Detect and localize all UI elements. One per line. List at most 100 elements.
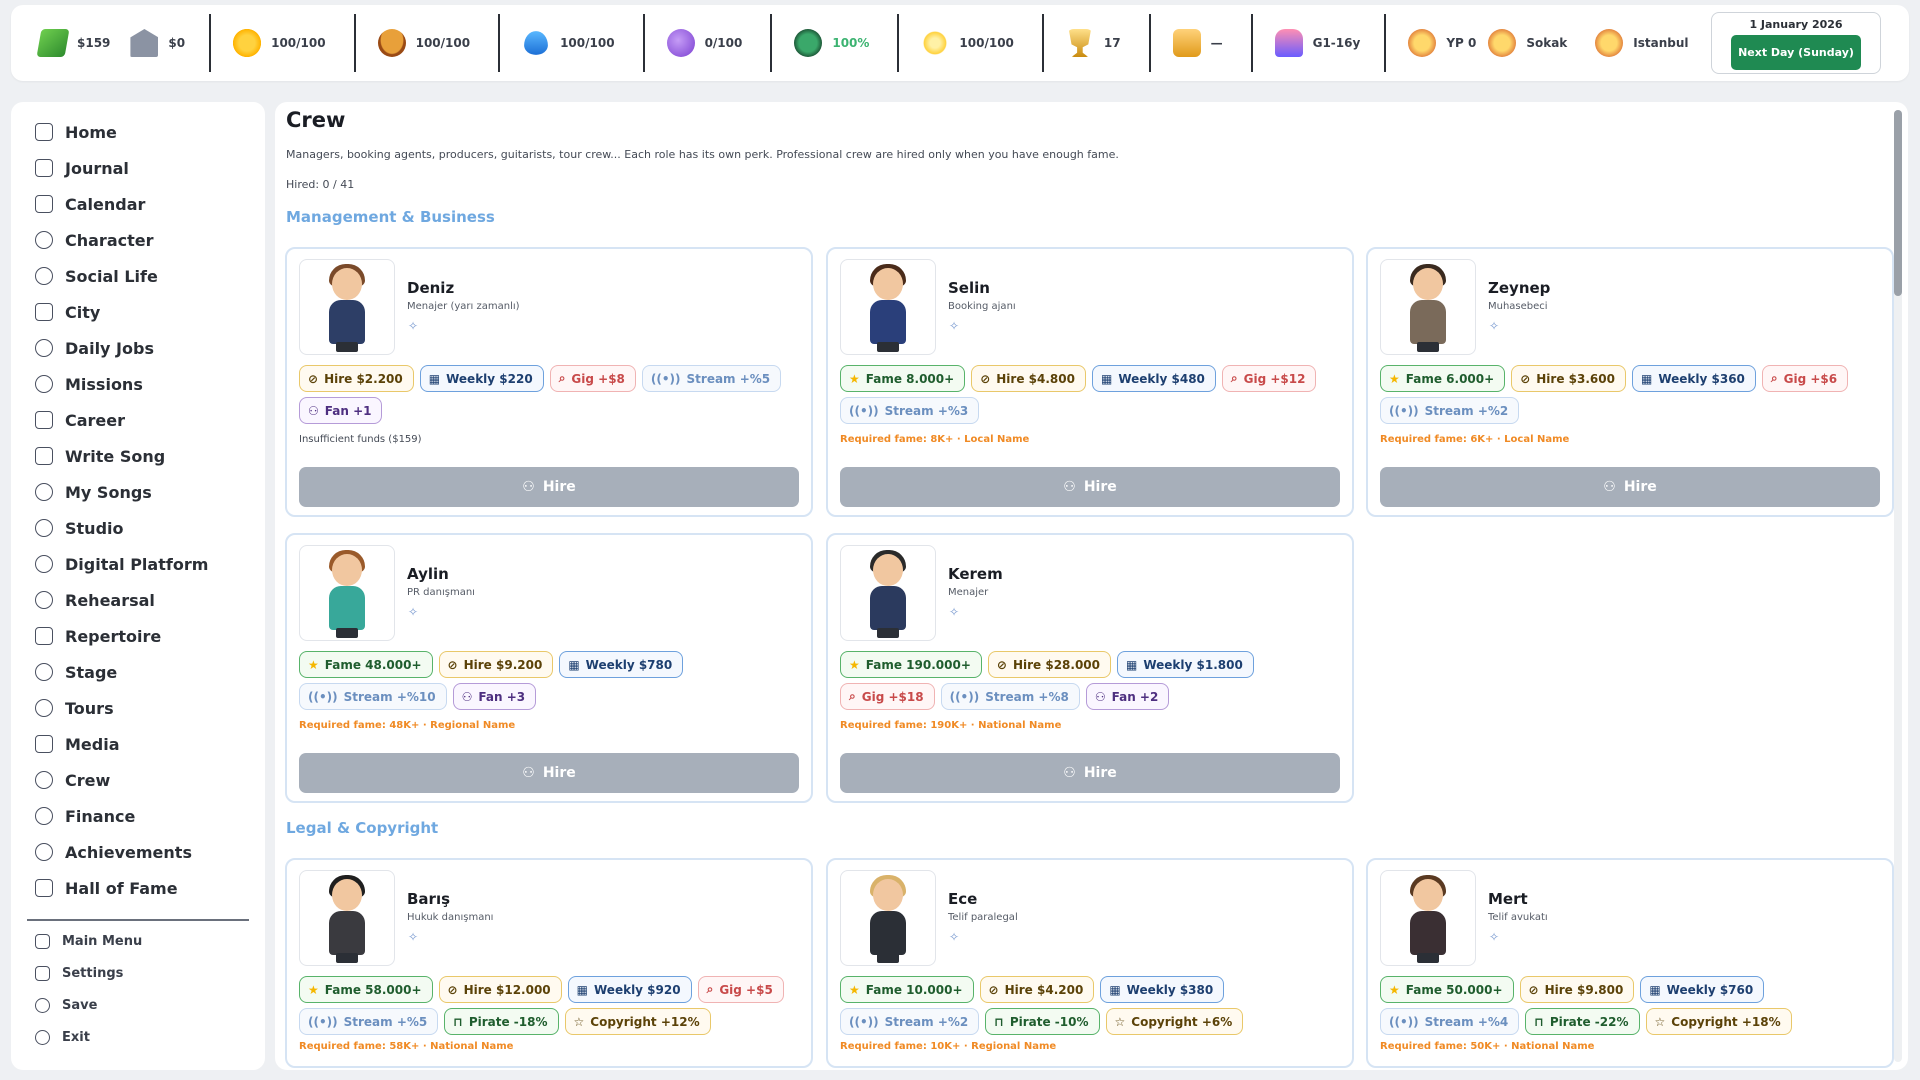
perk-tag-label: Hire $9.800	[1544, 982, 1624, 997]
crew-card: Deniz Menajer (yarı zamanlı) ✧ ⊘ Hire $2.200…	[285, 247, 813, 517]
sidebar-item-character[interactable]: Character	[11, 222, 265, 258]
sparkle-icon: ✧	[949, 930, 960, 944]
crew-name: Kerem	[948, 565, 1003, 583]
sidebar-item-daily-jobs[interactable]: Daily Jobs	[11, 330, 265, 366]
sidebar-item-tours[interactable]: Tours	[11, 690, 265, 726]
sidebar-item-main-menu[interactable]: Main Menu	[11, 925, 265, 957]
crew-perk-tags: ★ Fame 58.000+ ⊘ Hire $12.000 ▦ Weekly $920 ⌕ G…	[299, 976, 799, 1035]
crew-avatar	[840, 259, 936, 355]
sidebar-item-label: City	[65, 302, 101, 322]
link-icon	[35, 807, 53, 825]
calendar-icon	[35, 195, 53, 213]
perk-tag-label: Fan +3	[478, 689, 526, 704]
stat-city: Istanbul	[1585, 5, 1698, 81]
perk-tag-label: Hire $9.200	[463, 657, 543, 672]
hire-button[interactable]: ⚇ Hire	[299, 753, 799, 793]
broadcast-icon: ((•))	[650, 371, 681, 386]
broadcast-icon: ((•))	[1389, 1014, 1419, 1029]
sidebar-item-my-songs[interactable]: My Songs	[11, 474, 265, 510]
sidebar-item-write-song[interactable]: Write Song	[11, 438, 265, 474]
perk-tag-weekly: ▦ Weekly $360	[1631, 365, 1756, 392]
sidebar-item-stage[interactable]: Stage	[11, 654, 265, 690]
star-icon: ★	[308, 657, 319, 672]
sidebar-item-missions[interactable]: Missions	[11, 366, 265, 402]
date-panel: 1 January 2026 Next Day (Sunday)	[1711, 12, 1881, 74]
crowd-icon	[1488, 29, 1517, 57]
calendar-icon: ▦	[1100, 371, 1113, 386]
sidebar-item-city[interactable]: City	[11, 294, 265, 330]
calendar-icon: ▦	[568, 657, 580, 672]
calendar-icon: ▦	[1126, 657, 1138, 672]
sidebar-item-label: Exit	[62, 1029, 90, 1045]
add-user-icon: ⚇	[1063, 479, 1076, 495]
crew-card: Ece Telif paralegal ✧ ★ Fame 10.000+ ⊘ Hire $4…	[826, 858, 1354, 1068]
perk-tag-copyright: ☆ Copyright +6%	[1105, 1008, 1244, 1035]
crew-role: Menajer (yarı zamanlı)	[407, 301, 520, 312]
perk-tag-hire: ⊘ Hire $12.000	[438, 976, 562, 1003]
stat-thirst: 100/100	[500, 5, 642, 81]
sidebar-item-social-life[interactable]: Social Life	[11, 258, 265, 294]
energy-value: 100/100	[271, 36, 326, 50]
calendar-icon: ▦	[576, 982, 588, 997]
next-day-button[interactable]: Next Day (Sunday)	[1731, 35, 1861, 70]
sidebar-item-rehearsal[interactable]: Rehearsal	[11, 582, 265, 618]
sidebar-item-crew[interactable]: Crew	[11, 762, 265, 798]
perk-tag-label: Hire $28.000	[1012, 657, 1100, 672]
stat-energy: 100/100	[211, 5, 353, 81]
perk-tag-gig: ⌕ Gig +$12	[1221, 365, 1317, 392]
sidebar-item-digital-platform[interactable]: Digital Platform	[11, 546, 265, 582]
perk-tag-label: Weekly $480	[1118, 371, 1205, 386]
home-icon	[35, 123, 53, 141]
hire-button[interactable]: ⚇ Hire	[840, 467, 1340, 507]
crew-avatar	[1380, 870, 1476, 966]
calendar-icon: ▦	[1649, 982, 1661, 997]
hire-button[interactable]: ⚇ Hire	[299, 467, 799, 507]
crew-avatar	[299, 870, 395, 966]
journal-icon	[35, 159, 53, 177]
users-icon: ⚇	[308, 403, 319, 418]
broadcast-icon: ((•))	[308, 1014, 338, 1029]
flame-icon	[35, 375, 53, 393]
hire-button[interactable]: ⚇ Hire	[840, 753, 1340, 793]
scrollbar[interactable]	[1894, 110, 1902, 1062]
sidebar-item-repertoire[interactable]: Repertoire	[11, 618, 265, 654]
perk-tag-label: Stream +%5	[343, 1014, 428, 1029]
perk-tag-label: Gig +$12	[1243, 371, 1306, 386]
stat-cash: $159	[29, 5, 120, 81]
sidebar-item-finance[interactable]: Finance	[11, 798, 265, 834]
add-user-icon: ⚇	[1063, 765, 1076, 781]
sidebar-item-calendar[interactable]: Calendar	[11, 186, 265, 222]
sidebar-item-hall-of-fame[interactable]: Hall of Fame	[11, 870, 265, 906]
perk-tag-label: Hire $12.000	[463, 982, 551, 997]
perk-tag-pirate: ⊓ Pirate -22%	[1525, 1008, 1640, 1035]
hire-button[interactable]: ⚇ Hire	[1380, 467, 1880, 507]
hired-count: Hired: 0 / 41	[286, 178, 355, 191]
stat-yp: YP 0	[1386, 5, 1482, 81]
perk-tag-label: Stream +%5	[686, 371, 771, 386]
sparkle-icon: ✧	[408, 605, 419, 619]
broadcast-icon: ((•))	[1389, 403, 1419, 418]
sidebar-item-achievements[interactable]: Achievements	[11, 834, 265, 870]
scrollbar-thumb[interactable]	[1894, 110, 1902, 296]
perk-tag-pirate: ⊓ Pirate -18%	[444, 1008, 559, 1035]
sidebar-item-studio[interactable]: Studio	[11, 510, 265, 546]
stat-mood: 100/100	[899, 5, 1041, 81]
sidebar-item-home[interactable]: Home	[11, 114, 265, 150]
crew-role: PR danışmanı	[407, 587, 475, 598]
perk-tag-hire: ⊘ Hire $4.800	[971, 365, 1086, 392]
perk-tag-pirate: ⊓ Pirate -10%	[985, 1008, 1100, 1035]
sidebar-item-settings[interactable]: Settings	[11, 957, 265, 989]
sidebar-item-exit[interactable]: Exit	[11, 1021, 265, 1053]
sidebar-item-career[interactable]: Career	[11, 402, 265, 438]
perk-tag-stream: ((•)) Stream +%5	[299, 1008, 439, 1035]
sidebar-item-save[interactable]: Save	[11, 989, 265, 1021]
sidebar-item-journal[interactable]: Journal	[11, 150, 265, 186]
sidebar-item-media[interactable]: Media	[11, 726, 265, 762]
perk-tag-label: Stream +%4	[1424, 1014, 1509, 1029]
crew-card: Aylin PR danışmanı ✧ ★ Fame 48.000+ ⊘ Hire $9.…	[285, 533, 813, 803]
broadcast-icon: ((•))	[308, 689, 338, 704]
crowd-icon	[1408, 29, 1437, 57]
bank-value: $0	[168, 36, 186, 50]
perk-tag-label: Stream +%3	[884, 403, 969, 418]
sidebar-item-label: Achievements	[65, 842, 192, 862]
